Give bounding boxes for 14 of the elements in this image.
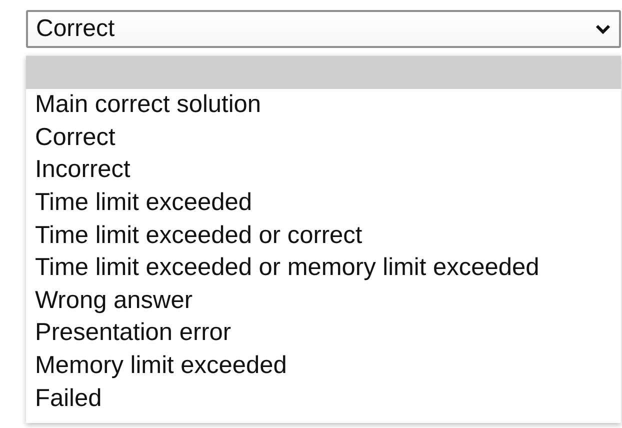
dropdown-option[interactable]: Time limit exceeded bbox=[26, 186, 621, 220]
dropdown-option[interactable]: Memory limit exceeded bbox=[26, 350, 621, 382]
status-select[interactable]: Correct bbox=[26, 10, 621, 48]
dropdown-option[interactable]: Main correct solution bbox=[26, 89, 621, 122]
dropdown-option[interactable] bbox=[26, 56, 621, 89]
dropdown-option[interactable]: Correct bbox=[26, 122, 621, 154]
dropdown-option[interactable]: Failed bbox=[26, 382, 621, 415]
dropdown-option[interactable]: Incorrect bbox=[26, 154, 621, 187]
dropdown-option[interactable]: Time limit exceeded or memory limit exceeded bbox=[26, 252, 621, 285]
dropdown-option[interactable]: Time limit exceeded or correct bbox=[26, 219, 621, 252]
dropdown-option[interactable]: Wrong answer bbox=[26, 284, 621, 318]
select-value: Correct bbox=[36, 15, 115, 43]
dropdown-option[interactable]: Presentation error bbox=[26, 317, 621, 350]
chevron-down-icon bbox=[595, 23, 611, 35]
